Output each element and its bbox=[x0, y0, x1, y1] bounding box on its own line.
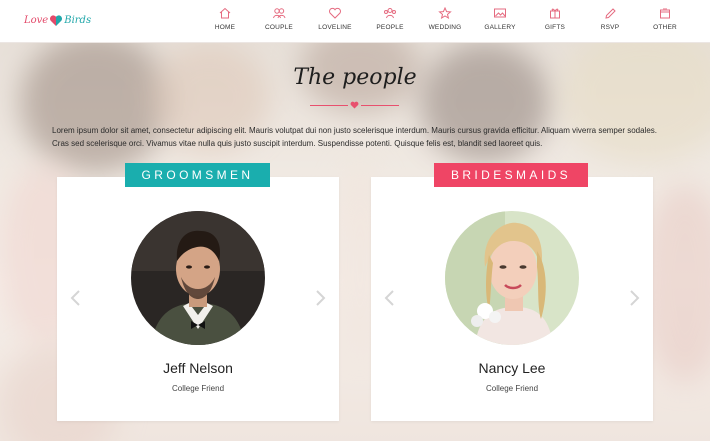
bridesmaid-role: College Friend bbox=[485, 384, 539, 393]
bridesmaids-avatar bbox=[445, 211, 579, 345]
groomsmen-prev-arrow-icon[interactable] bbox=[69, 289, 83, 307]
groom-portrait bbox=[131, 211, 265, 345]
home-icon bbox=[219, 7, 231, 19]
nav-gifts[interactable]: GIFTS bbox=[525, 0, 585, 43]
bridesmaids-next-arrow-icon[interactable] bbox=[627, 289, 641, 307]
bridesmaid-name: Nancy Lee bbox=[478, 360, 546, 376]
nav-loveline-label: LOVELINE bbox=[318, 24, 352, 31]
bride-portrait bbox=[445, 211, 579, 345]
bridesmaids-prev-arrow-icon[interactable] bbox=[383, 289, 397, 307]
nav-rsvp[interactable]: RSVP bbox=[580, 0, 640, 43]
groomsmen-next-arrow-icon[interactable] bbox=[313, 289, 327, 307]
nav-people[interactable]: PEOPLE bbox=[360, 0, 420, 43]
nav-gifts-label: GIFTS bbox=[544, 24, 566, 31]
title-heart-icon bbox=[350, 101, 359, 109]
nav-gallery-label: GALLERY bbox=[484, 24, 516, 31]
groomsmen-heading: GROOMSMEN bbox=[125, 163, 270, 187]
people-icon bbox=[384, 8, 396, 19]
nav-other[interactable]: OTHER bbox=[635, 0, 695, 43]
nav-rsvp-label: RSVP bbox=[600, 24, 620, 31]
section-title: The people bbox=[293, 65, 417, 90]
main-nav: HOME COUPLE LOVELINE PEOPLE WEDDING GALL… bbox=[0, 0, 710, 43]
nav-home-label: HOME bbox=[214, 24, 236, 31]
groomsmen-card: Jeff Nelson College Friend bbox=[57, 177, 339, 421]
groomsman-role: College Friend bbox=[171, 384, 225, 393]
nav-other-label: OTHER bbox=[653, 24, 677, 31]
nav-wedding-label: WEDDING bbox=[428, 24, 462, 31]
section-intro-text: Lorem ipsum dolor sit amet, consectetur … bbox=[52, 126, 658, 148]
heart-icon bbox=[329, 7, 341, 19]
site-header: Love Birds HOME COUPLE LOVELINE PEOPLE W… bbox=[0, 0, 710, 43]
nav-wedding[interactable]: WEDDING bbox=[415, 0, 475, 43]
groomsmen-avatar bbox=[131, 211, 265, 345]
nav-loveline[interactable]: LOVELINE bbox=[305, 0, 365, 43]
title-divider-left bbox=[310, 105, 348, 106]
nav-home[interactable]: HOME bbox=[195, 0, 255, 43]
groomsman-name: Jeff Nelson bbox=[163, 360, 233, 376]
bridesmaids-card: Nancy Lee College Friend bbox=[371, 177, 653, 421]
nav-couple-label: COUPLE bbox=[265, 24, 293, 31]
gift-icon bbox=[550, 8, 560, 19]
image-icon bbox=[494, 8, 506, 18]
box-icon bbox=[660, 8, 670, 19]
title-divider-right bbox=[361, 105, 399, 106]
nav-gallery[interactable]: GALLERY bbox=[470, 0, 530, 43]
star-icon bbox=[438, 7, 452, 19]
bridesmaids-heading: BRIDESMAIDS bbox=[434, 163, 588, 187]
couple-icon bbox=[273, 8, 286, 19]
pencil-icon bbox=[605, 8, 616, 19]
nav-people-label: PEOPLE bbox=[376, 24, 404, 31]
nav-couple[interactable]: COUPLE bbox=[249, 0, 309, 43]
